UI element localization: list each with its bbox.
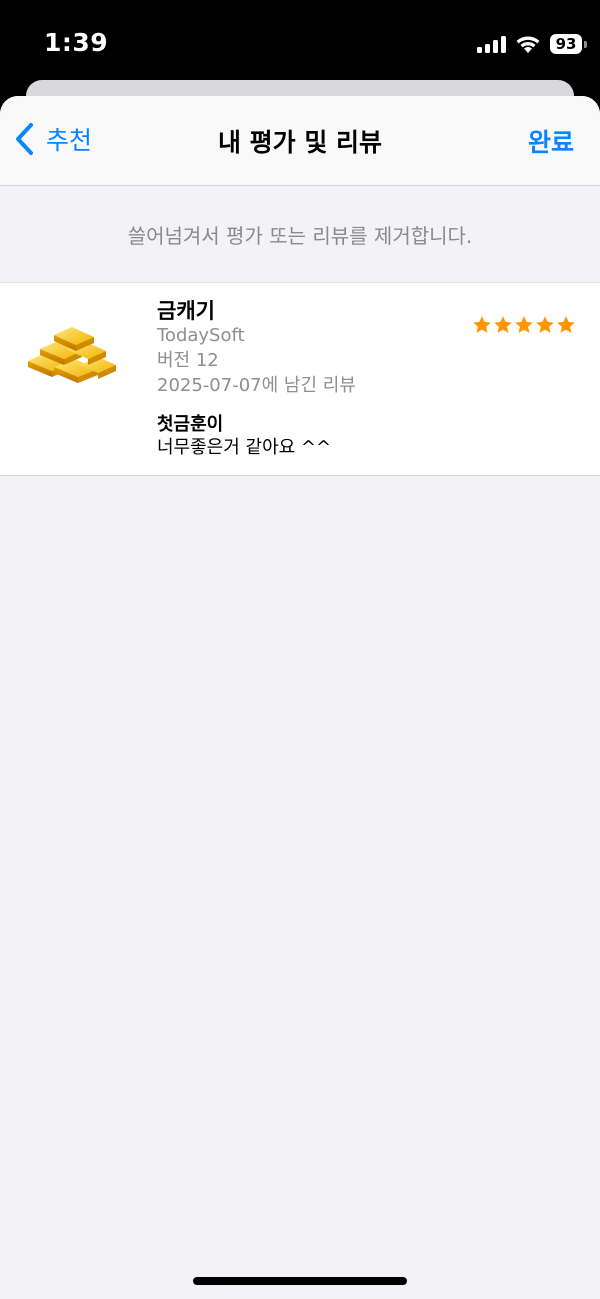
star-icon	[494, 316, 512, 333]
home-indicator[interactable]	[193, 1277, 407, 1285]
app-name: 금캐기	[157, 299, 215, 323]
swipe-hint: 쓸어넘겨서 평가 또는 리뷰를 제거합니다.	[127, 224, 473, 248]
status-time: 1:39	[44, 28, 109, 57]
star-icon	[557, 316, 575, 333]
wifi-icon	[516, 36, 540, 53]
review-info: 금캐기 TodaySoft 버전 12 2025-07-07에 남긴 리뷰 첫금…	[157, 295, 356, 461]
review-body: 너무좋은거 같아요 ^^	[157, 437, 332, 458]
page-title: 내 평가 및 리뷰	[217, 128, 383, 157]
app-version: 버전 12	[157, 350, 219, 371]
review-row[interactable]: 금캐기 TodaySoft 버전 12 2025-07-07에 남긴 리뷰 첫금…	[0, 282, 600, 476]
star-rating	[472, 315, 576, 335]
done-button[interactable]: 완료	[528, 123, 574, 159]
review-title: 첫금훈이	[157, 414, 224, 435]
battery-icon: 93	[550, 34, 587, 54]
screen: 1:39 93 추천 내 평가 및 리뷰 완료 쓸어넘겨서 평가 또는 리뷰를 …	[0, 0, 600, 1299]
navigation-bar: 추천 내 평가 및 리뷰 완료	[0, 96, 600, 186]
reviews-sheet: 추천 내 평가 및 리뷰 완료 쓸어넘겨서 평가 또는 리뷰를 제거합니다. 금…	[0, 96, 600, 1299]
star-icon	[515, 316, 533, 333]
review-date: 2025-07-07에 남긴 리뷰	[157, 375, 356, 396]
developer-name: TodaySoft	[157, 325, 245, 346]
status-bar: 1:39 93	[0, 0, 600, 80]
gold-bars-icon[interactable]	[24, 319, 120, 389]
star-icon	[536, 316, 554, 333]
status-icons: 93	[477, 31, 587, 57]
star-icon	[473, 316, 491, 333]
battery-level: 93	[555, 35, 577, 53]
signal-icon	[477, 35, 506, 53]
